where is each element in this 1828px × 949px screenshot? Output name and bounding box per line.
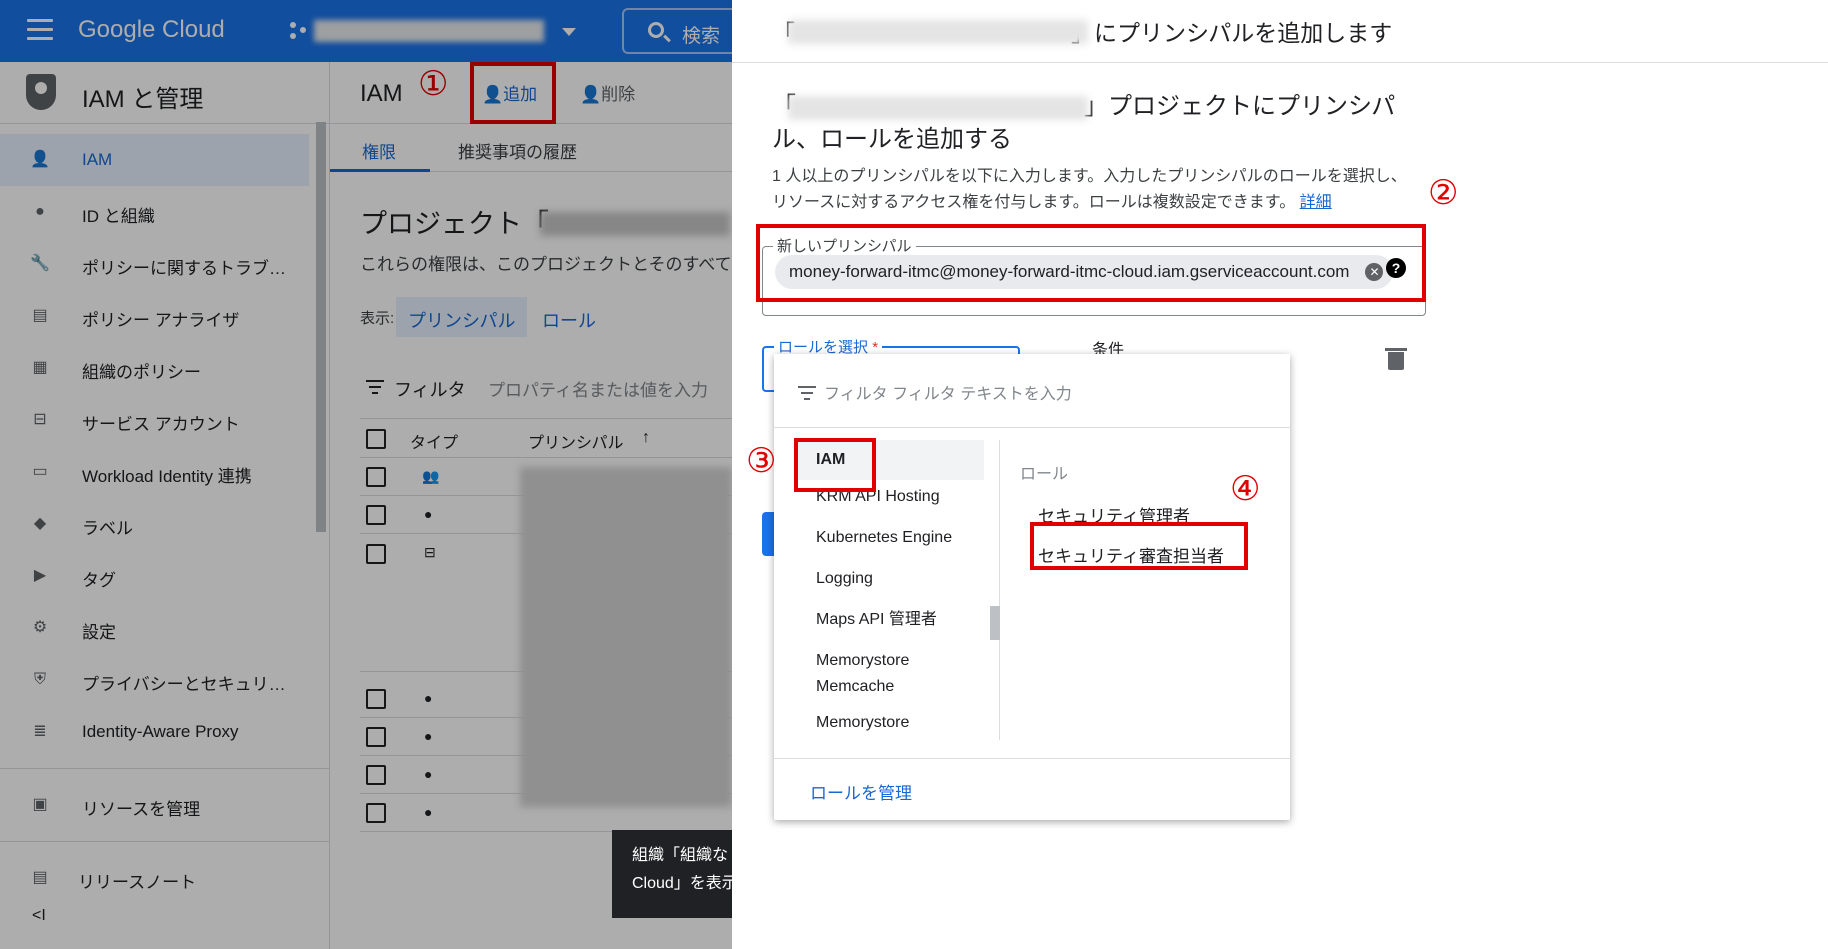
panel-description: 1 人以上のプリンシパルを以下に入力します。入力したプリンシパルのロールを選択し… (772, 164, 1412, 216)
service-item-maps-api-admin[interactable]: Maps API 管理者 (816, 607, 937, 633)
service-item-logging[interactable]: Logging (816, 566, 873, 592)
service-item-memorystore-memcache[interactable]: Memorystore Memcache (816, 648, 936, 700)
notification-toast: 組織「組織な Cloud」を表示 (612, 830, 732, 918)
annotation-2: ② (1428, 174, 1459, 212)
roles-header: ロール (1020, 466, 1069, 483)
annotation-4: ④ (1230, 470, 1261, 508)
delete-role-icon[interactable] (1385, 348, 1407, 370)
annotation-box-security-reviewer (1030, 522, 1248, 570)
toast-line-2: Cloud」を表示 (632, 875, 732, 892)
modal-scrim[interactable] (0, 0, 732, 949)
annotation-box-iam (794, 438, 876, 492)
project-name-redacted (788, 20, 1088, 44)
add-principal-panel: 「 」にプリンシパルを追加します 「 」プロジェクトにプリンシパル、ロールを追加… (732, 0, 1828, 949)
panel-divider (732, 62, 1828, 63)
filter-icon (798, 386, 816, 404)
dropdown-footer: ロールを管理 (774, 758, 1290, 820)
role-filter-placeholder: フィルタ フィルタ テキストを入力 (824, 386, 1072, 403)
service-list-scrollbar[interactable] (990, 606, 1000, 640)
toast-line-1: 組織「組織な (632, 847, 729, 864)
manage-roles-link[interactable]: ロールを管理 (810, 779, 912, 804)
service-item-memorystore[interactable]: Memorystore (816, 710, 909, 736)
role-filter[interactable]: フィルタ フィルタ テキストを入力 (774, 354, 1290, 428)
project-name-redacted (788, 96, 1088, 120)
annotation-3: ③ (746, 442, 777, 480)
details-link[interactable]: 詳細 (1300, 194, 1332, 211)
service-item-kubernetes-engine[interactable]: Kubernetes Engine (816, 525, 952, 551)
role-picker-dropdown: フィルタ フィルタ テキストを入力 IAM KRM API Hosting Ku… (774, 354, 1290, 820)
annotation-box-principal (756, 224, 1426, 302)
